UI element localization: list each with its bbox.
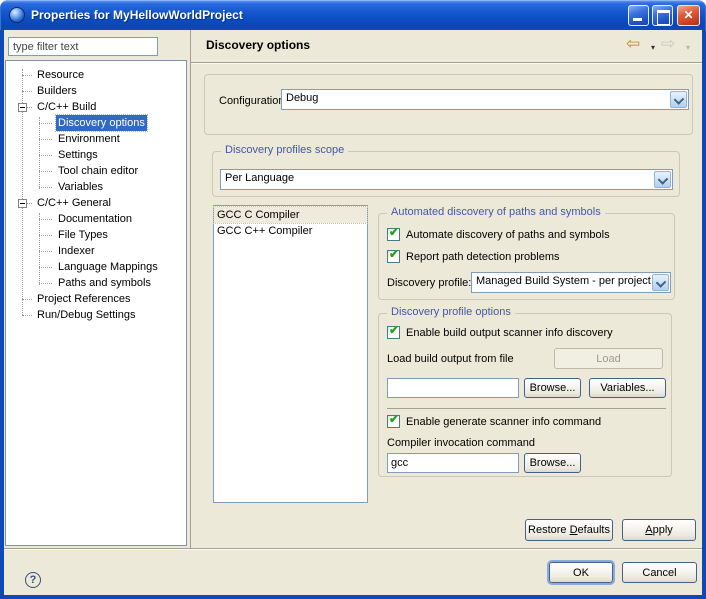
collapse-icon[interactable]: [18, 103, 27, 112]
tree-item-cpp-general[interactable]: C/C++ General: [6, 195, 186, 211]
tree-item-discovery-options[interactable]: Discovery options: [6, 115, 186, 131]
configuration-select[interactable]: Debug: [281, 89, 689, 110]
build-output-file-input[interactable]: [387, 378, 519, 398]
properties-dialog: Properties for MyHellowWorldProject ✕ Re…: [0, 0, 706, 599]
configuration-group: Configuration: Debug: [204, 74, 693, 135]
tree-item-documentation[interactable]: Documentation: [6, 211, 186, 227]
tree-item-variables[interactable]: Variables: [6, 179, 186, 195]
window-frame-right: [702, 30, 706, 599]
collapse-icon[interactable]: [18, 199, 27, 208]
chevron-down-icon[interactable]: [654, 171, 671, 188]
minimize-button[interactable]: [628, 5, 649, 26]
tree-item-settings[interactable]: Settings: [6, 147, 186, 163]
automated-discovery-group: Automated discovery of paths and symbols…: [378, 213, 675, 300]
report-problems-checkbox[interactable]: ✔ Report path detection problems: [387, 250, 559, 263]
tree-item-cpp-build[interactable]: C/C++ Build: [6, 99, 186, 115]
title-bar[interactable]: Properties for MyHellowWorldProject ✕: [0, 0, 706, 30]
list-item-gcc-cpp-compiler[interactable]: GCC C++ Compiler: [214, 223, 367, 239]
checkbox[interactable]: ✔: [387, 228, 400, 241]
maximize-button[interactable]: [652, 5, 673, 26]
checkmark-icon: ✔: [389, 323, 399, 337]
close-button[interactable]: ✕: [677, 5, 700, 26]
enable-build-output-checkbox[interactable]: ✔ Enable build output scanner info disco…: [387, 326, 613, 339]
invocation-command-input[interactable]: [387, 453, 519, 473]
profile-options-group-title: Discovery profile options: [387, 306, 515, 318]
checkmark-icon: ✔: [389, 225, 399, 239]
automate-discovery-checkbox[interactable]: ✔ Automate discovery of paths and symbol…: [387, 228, 610, 241]
checkbox[interactable]: ✔: [387, 250, 400, 263]
tree-item-file-types[interactable]: File Types: [6, 227, 186, 243]
browse-command-button[interactable]: Browse...: [524, 453, 581, 473]
configuration-label: Configuration:: [219, 95, 288, 107]
tree-item-language-mappings[interactable]: Language Mappings: [6, 259, 186, 275]
discovery-profile-label: Discovery profile:: [387, 277, 471, 289]
forward-icon: ⇨: [661, 35, 675, 52]
profile-options-group: Discovery profile options ✔ Enable build…: [378, 313, 672, 477]
window-frame-left: [0, 30, 4, 599]
properties-tree[interactable]: Resource Builders C/C++ Build Discovery …: [5, 60, 187, 546]
window-title: Properties for MyHellowWorldProject: [31, 0, 243, 30]
checkmark-icon: ✔: [389, 247, 399, 261]
tree-item-indexer[interactable]: Indexer: [6, 243, 186, 259]
page-title: Discovery options: [206, 38, 310, 52]
close-icon: ✕: [683, 8, 693, 22]
checkbox[interactable]: ✔: [387, 326, 400, 339]
restore-defaults-button[interactable]: Restore Defaults: [525, 519, 613, 541]
back-dropdown-icon[interactable]: ▾: [651, 44, 655, 52]
browse-file-button[interactable]: Browse...: [524, 378, 581, 398]
header-divider: [191, 62, 702, 63]
forward-dropdown-icon: ▾: [686, 44, 690, 52]
profiles-list[interactable]: GCC C Compiler GCC C++ Compiler: [213, 205, 368, 503]
tree-item-paths-and-symbols[interactable]: Paths and symbols: [6, 275, 186, 291]
apply-button[interactable]: Apply: [622, 519, 696, 541]
list-item-gcc-c-compiler[interactable]: GCC C Compiler: [214, 207, 367, 223]
tree-item-builders[interactable]: Builders: [6, 83, 186, 99]
scope-group: Discovery profiles scope Per Language: [212, 151, 680, 197]
chevron-down-icon[interactable]: [670, 91, 687, 108]
chevron-down-icon[interactable]: [652, 274, 669, 291]
scope-group-title: Discovery profiles scope: [221, 144, 348, 156]
load-button[interactable]: Load: [554, 348, 663, 369]
invocation-command-label: Compiler invocation command: [387, 437, 535, 449]
tree-item-project-references[interactable]: Project References: [6, 291, 186, 307]
panel-divider: [190, 30, 191, 548]
tree-item-tool-chain-editor[interactable]: Tool chain editor: [6, 163, 186, 179]
enable-generate-checkbox[interactable]: ✔ Enable generate scanner info command: [387, 415, 601, 428]
load-output-label: Load build output from file: [387, 353, 514, 365]
footer-divider: [4, 548, 702, 549]
tree-item-environment[interactable]: Environment: [6, 131, 186, 147]
filter-input[interactable]: [8, 37, 158, 56]
variables-button[interactable]: Variables...: [589, 378, 666, 398]
cancel-button[interactable]: Cancel: [622, 562, 697, 583]
tree-item-run-debug-settings[interactable]: Run/Debug Settings: [6, 307, 186, 323]
discovery-profile-select[interactable]: Managed Build System - per project: [471, 272, 671, 293]
back-icon[interactable]: ⇦: [626, 35, 640, 52]
checkbox[interactable]: ✔: [387, 415, 400, 428]
window-frame-bottom: [0, 595, 706, 599]
help-icon[interactable]: ?: [25, 572, 41, 588]
scope-select[interactable]: Per Language: [220, 169, 673, 190]
app-icon: [9, 7, 25, 23]
automated-discovery-group-title: Automated discovery of paths and symbols: [387, 206, 605, 218]
checkmark-icon: ✔: [389, 412, 399, 426]
tree-item-resource[interactable]: Resource: [6, 67, 186, 83]
ok-button[interactable]: OK: [549, 562, 613, 583]
options-divider: [387, 408, 666, 409]
